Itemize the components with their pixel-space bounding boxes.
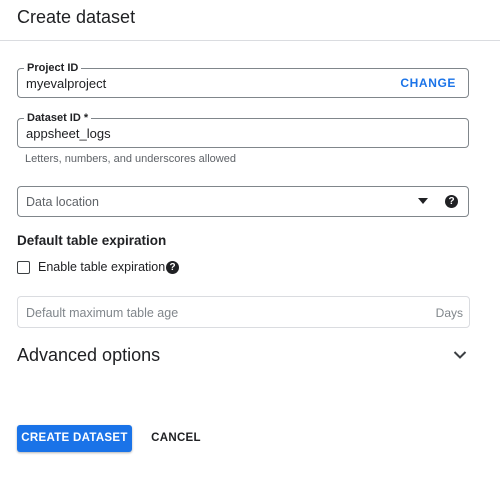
data-location-placeholder: Data location [26,195,99,209]
expiration-section-title: Default table expiration [17,233,167,248]
dataset-id-hint: Letters, numbers, and underscores allowe… [25,153,236,165]
project-id-value: myevalproject [26,76,107,91]
panel-header: Create dataset [0,0,500,41]
dataset-id-field[interactable]: Dataset ID * appsheet_logs [17,111,469,148]
expiration-help-icon[interactable]: ? [166,261,179,274]
page-title: Create dataset [17,7,136,27]
cancel-button[interactable]: CANCEL [145,425,207,452]
change-project-button[interactable]: CHANGE [400,76,456,90]
chevron-down-icon[interactable] [453,350,467,360]
enable-expiration-checkbox[interactable] [17,261,30,274]
max-table-age-suffix: Days [435,306,463,320]
dataset-id-label: Dataset ID * [24,111,92,125]
enable-expiration-label[interactable]: Enable table expiration [38,260,165,274]
help-icon[interactable]: ? [445,195,458,208]
dropdown-arrow-icon[interactable] [418,198,428,204]
max-table-age-field: Default maximum table age Days [17,296,470,328]
advanced-options-toggle[interactable]: Advanced options [17,345,160,366]
data-location-select[interactable]: Data location ? [17,186,469,217]
max-table-age-placeholder: Default maximum table age [26,306,179,320]
project-id-field[interactable]: Project ID myevalproject CHANGE [17,61,469,98]
create-dataset-button[interactable]: CREATE DATASET [17,425,132,452]
create-dataset-panel: Create dataset Project ID myevalproject … [0,0,500,477]
dataset-id-input[interactable]: appsheet_logs [26,126,111,141]
project-id-label: Project ID [24,61,82,75]
